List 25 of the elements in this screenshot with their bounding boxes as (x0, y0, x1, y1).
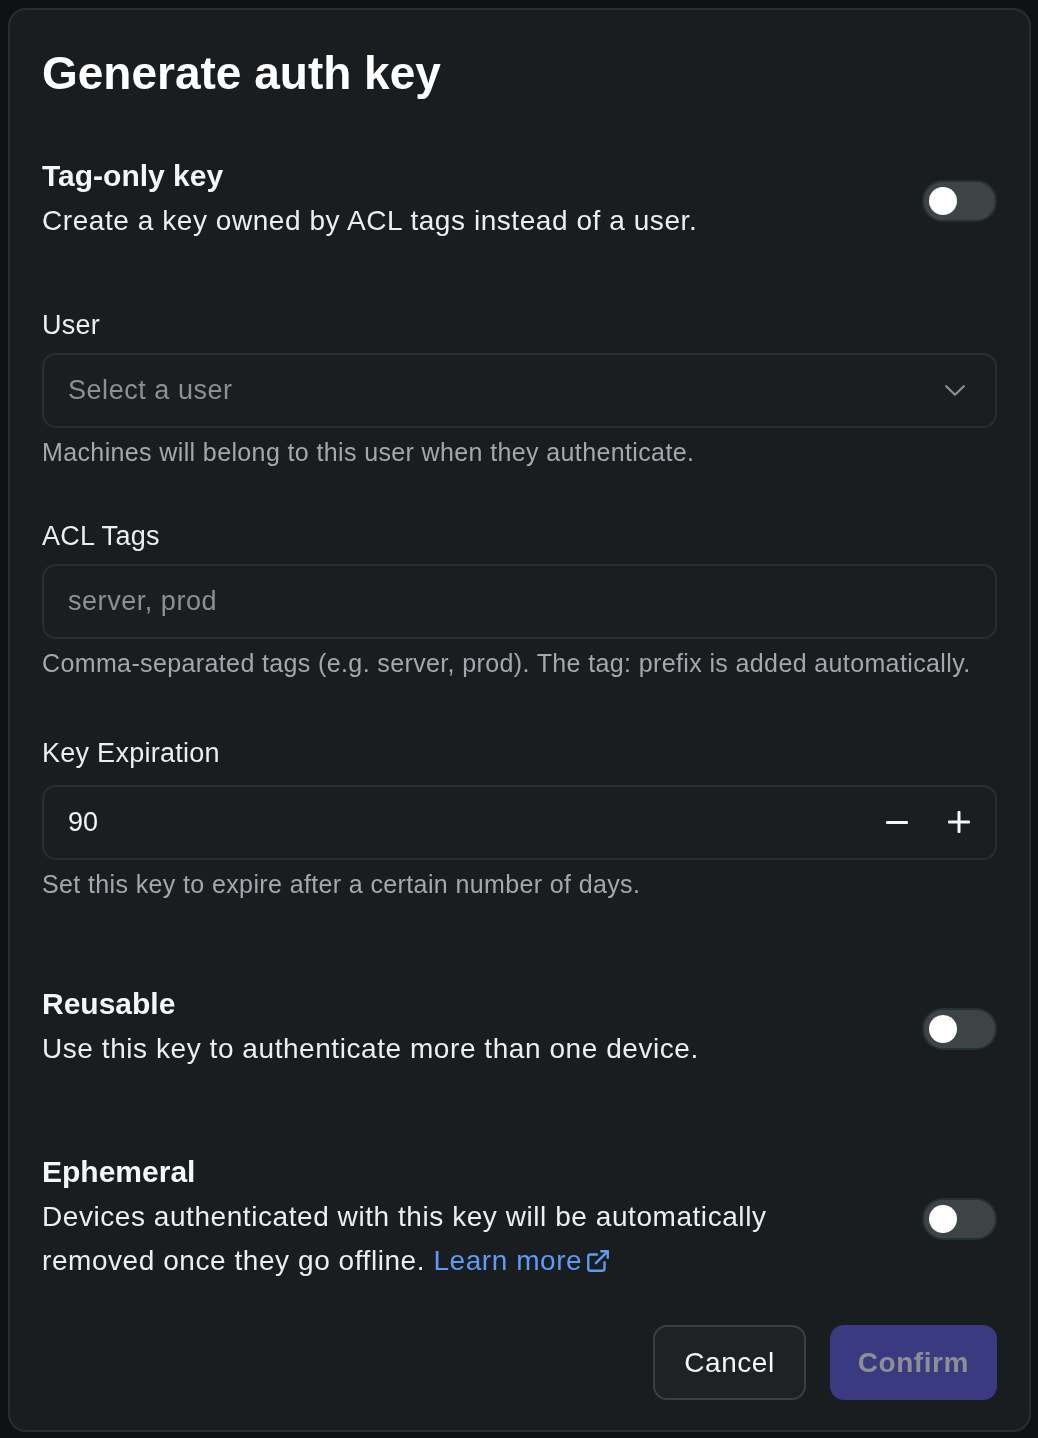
field-label: User (42, 309, 102, 342)
toggle-switch[interactable] (922, 1197, 997, 1240)
section-description: Create a key owned by ACL tags instead of a user. (42, 204, 698, 238)
section-title: Reusable (42, 986, 177, 1022)
plus-icon (948, 811, 970, 833)
field-label: Key Expiration (42, 737, 221, 770)
field-label: ACL Tags (42, 520, 161, 553)
toggle-switch[interactable] (922, 179, 997, 222)
section-description: Devices authenticated with this key will be automatically removed once they go offline. Learn more (42, 1195, 812, 1283)
user-select[interactable]: Select a user (42, 353, 997, 428)
section-title: Tag-only key (42, 158, 225, 194)
toggle-switch[interactable] (922, 1007, 997, 1050)
dialog-title: Generate auth key (42, 47, 442, 99)
minus-icon (886, 820, 908, 824)
number-input-field[interactable]: 90 (42, 785, 997, 860)
cancel-button[interactable]: Cancel (653, 1325, 806, 1400)
help-text: Set this key to expire after a certain number of days. (42, 869, 642, 900)
section-description: Use this key to authenticate more than one device. (42, 1032, 699, 1066)
chevron-down-icon (945, 385, 965, 396)
learn-more-link[interactable]: Learn more (433, 1239, 612, 1283)
tags-input-field[interactable]: server, prod (42, 564, 997, 639)
help-text: Machines will belong to this user when they authenticate. (42, 437, 696, 468)
external-link-icon (585, 1248, 612, 1274)
help-text: Comma-separated tags (e.g. server, prod). The tag: prefix is added automatically. (42, 648, 972, 679)
section-title: Ephemeral (42, 1154, 197, 1190)
